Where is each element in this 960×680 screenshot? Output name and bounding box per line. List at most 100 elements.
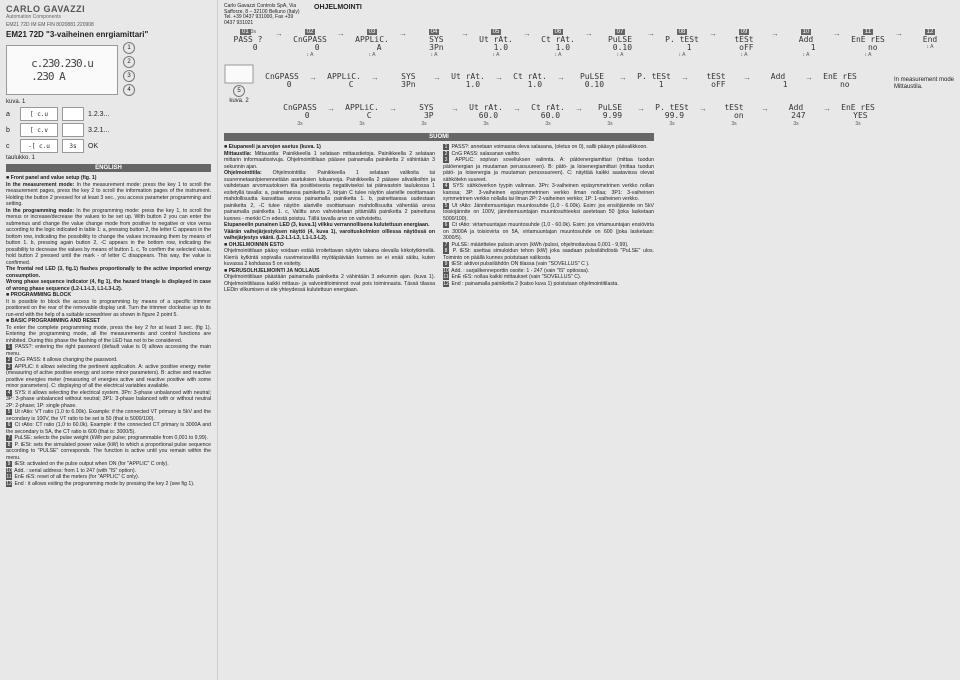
lcd-line1: c.230.230.u xyxy=(31,57,93,70)
row-b-value: 3.2.1... xyxy=(88,127,109,134)
product-code: EM21 72D IM EM FIN 8020881 220908 xyxy=(6,22,148,28)
fi-cng: CnG PASS: salasanan vaihto. xyxy=(451,151,520,157)
row-a-box: [ c.u xyxy=(20,107,58,121)
seg-cell: PuLSE 0.10 xyxy=(568,73,616,89)
row-a-label: a xyxy=(6,111,16,118)
en-pass: PASS?: entering the right password (defa… xyxy=(6,344,211,357)
seg-cell: tESt oFF xyxy=(692,73,740,89)
fi-ct: Ct rAtio: virtamuuntajan muuntosuhde (1,… xyxy=(443,222,654,241)
fi-h3: PERUSOLHJELMOINTI JA NOLLAUS xyxy=(229,268,320,274)
seg-cell: EnE rES YES3s xyxy=(834,104,882,127)
fi-p1: Mittaustila: Painikkeella 1 selataan mit… xyxy=(224,151,435,170)
seg-cell: 04 SYS 3Pn↕ A xyxy=(410,29,458,58)
seg-cell: 05Ut rAt. 1.0↕ A xyxy=(472,29,520,58)
fi-p6: Ohjelmointitilaan päästään painamalla pa… xyxy=(224,274,435,293)
finnish-body: ■ Etupaneeli ja arvojen asetus (kuva. 1)… xyxy=(224,144,654,294)
table1-caption: taulukko. 1 xyxy=(6,155,211,161)
en-h2: PROGRAMMING BLOCK xyxy=(11,292,72,298)
english-body: ■ Front panel and value setup (fig. 1) I… xyxy=(6,175,211,487)
fi-p2: Ohjelmointitila: Painikkeella 1 selataan… xyxy=(224,170,435,222)
seg-cell: 10Add 1↕ A xyxy=(782,29,830,58)
brand-sub: Automation Components xyxy=(6,14,148,20)
row-a-box2 xyxy=(62,107,84,121)
seg-cell: SYS 3P3s xyxy=(400,104,448,127)
fig2-caption: kuva. 2 xyxy=(229,98,248,104)
en-p6: To enter the complete programming mode, … xyxy=(6,325,211,344)
seg-cell: 07PuLSE 0.10↕ A xyxy=(596,29,644,58)
en-cng: CnG PASS: it allows changing the passwor… xyxy=(14,357,117,363)
en-ct: Ct rAtio: CT ratio (1,0 to 60.0k). Examp… xyxy=(6,422,211,435)
seg-cell: Ct rAt. 1.0 xyxy=(506,73,554,89)
seg-cell: SYS 3Pn xyxy=(382,73,430,89)
callout-2: 2 xyxy=(123,56,135,68)
seg-cell: APPLiC. C xyxy=(320,73,368,89)
row-c-label: c xyxy=(6,143,16,150)
seg-cell: PuLSE 9.993s xyxy=(586,104,634,127)
company-address: Carlo Gavazzi Controls SpA, Via Safforze… xyxy=(224,4,304,26)
seg-cell: 11EnE rES no↕ A xyxy=(844,29,892,58)
callout-3: 3 xyxy=(123,70,135,82)
seg-cell: Add 2473s xyxy=(772,104,820,127)
seg-cell: P. tESt 1 xyxy=(630,73,678,89)
en-p2: In the programming mode: press the key 1… xyxy=(6,208,211,266)
fi-pass: PASS?: annetaan voimassa oleva salasana,… xyxy=(451,144,647,150)
meter-mini-1 xyxy=(224,64,254,84)
en-end: End : it allows exiting the programming … xyxy=(14,481,194,487)
seg-row-mid: CnGPASS 0→APPLiC. C→ SYS 3Pn→Ut rAt. 1.0… xyxy=(258,73,886,89)
seg-cell: 08P. tESt 1↕ A xyxy=(658,29,706,58)
en-p5: It is possible to block the access to pr… xyxy=(6,299,211,318)
fi-p4: Väärän vaihejärjestyksen näyttö (4, kuva… xyxy=(224,229,435,242)
row-a-value: 1.2.3... xyxy=(88,111,109,118)
mmode-fi: Mittaustila. xyxy=(894,84,954,91)
fi-ene: EnE rES: nollaa kaikki mittaukset (vain … xyxy=(451,274,581,280)
seg-row-top: 013sPASS ? 0→02CnGPASS 0↕ A→03APPLiC. A↕… xyxy=(224,29,954,58)
ohjelmointi-label: OHJELMOINTI xyxy=(314,4,362,11)
en-ut: Ut rAtio: VT ratio (1,0 to 6.00k). Examp… xyxy=(6,409,211,422)
mmode-en: In measurement mode xyxy=(894,77,954,84)
seg-cell: 03APPLiC. A↕ A xyxy=(348,29,396,58)
fi-sys: SYS: sähköverkon tyypin valinnan. 3Pn: 3… xyxy=(443,183,654,202)
fi-p3: Etupaneelin punainen LED (3, kuva.1) vil… xyxy=(224,222,430,228)
row-b-box: [ c.v xyxy=(20,123,58,137)
en-p1-title: Front panel and value setup (fig. 1) xyxy=(11,175,97,181)
row-b-label: b xyxy=(6,127,16,134)
callout-5: 5 xyxy=(233,85,245,97)
seg-cell: APPLiC. C3s xyxy=(338,104,386,127)
en-p3: The frontal red LED (3, fig.1) flashes p… xyxy=(6,266,211,279)
fi-pulse: PuLSE: määrittelee pulssin arvon (kWh /p… xyxy=(451,242,628,248)
row-c-box: -[ c.u xyxy=(20,139,58,153)
meter-illustration-1: c.230.230.u .230 A xyxy=(6,45,118,95)
fig1-caption: kuva. 1 xyxy=(6,99,211,105)
en-pulse: PuLSE: selects the pulse weight (kWh per… xyxy=(14,435,207,441)
seg-cell: 013sPASS ? 0 xyxy=(224,29,272,52)
seg-cell: 06Ct rAt. 1.0↕ A xyxy=(534,29,582,58)
fi-ptest: P. tESt: asettaa simuloidun tehon (kW) j… xyxy=(443,248,654,261)
callout-4: 4 xyxy=(123,84,135,96)
seg-cell: tESt on3s xyxy=(710,104,758,127)
seg-row-bot: CnGPASS 03s→APPLiC. C3s→ SYS 3P3s→Ut rAt… xyxy=(276,104,954,127)
seg-cell: CnGPASS 03s xyxy=(276,104,324,127)
callout-1: 1 xyxy=(123,42,135,54)
fi-end: End : painamalla painiketta 2 (katso kuv… xyxy=(451,281,618,287)
fi-ut: Ut rAtio: Jännitemuuntajan muuntosuhde (… xyxy=(443,203,654,222)
en-ptest: P. tESt: sets the simulated power value … xyxy=(6,442,211,461)
seg-cell: CnGPASS 0 xyxy=(258,73,306,89)
fi-test: tESt: aktivoi pulssilähdön ON tilassa (v… xyxy=(451,261,589,267)
seg-cell: 12End ↕ A xyxy=(906,29,954,50)
fi-add: Add. : sarjalikenneporttin osoite: 1 - 2… xyxy=(451,268,589,274)
en-h3: BASIC PROGRAMMING AND RESET xyxy=(11,318,100,324)
lcd-line2: .230 A xyxy=(31,70,93,83)
fi-app: APPLiC: sopivan sovelluksen valinnta. A:… xyxy=(443,157,654,183)
en-app: APPLiC: it allows selecting the pertinen… xyxy=(6,364,211,390)
seg-cell: P. tESt 99.93s xyxy=(648,104,696,127)
seg-cell: EnE rES no xyxy=(816,73,864,89)
seg-cell: 09tESt oFF↕ A xyxy=(720,29,768,58)
seg-cell: Ct rAt. 60.03s xyxy=(524,104,572,127)
english-header: ENGLISH xyxy=(6,164,211,172)
en-add: Add. : serial address: from 1 to 247 (wi… xyxy=(14,468,136,474)
row-b-box2 xyxy=(62,123,84,137)
seg-cell: Add 1 xyxy=(754,73,802,89)
seg-cell: 02CnGPASS 0↕ A xyxy=(286,29,334,58)
row-c-value: OK xyxy=(88,143,98,150)
en-sys: SYS: it allows selecting the electrical … xyxy=(6,390,211,409)
